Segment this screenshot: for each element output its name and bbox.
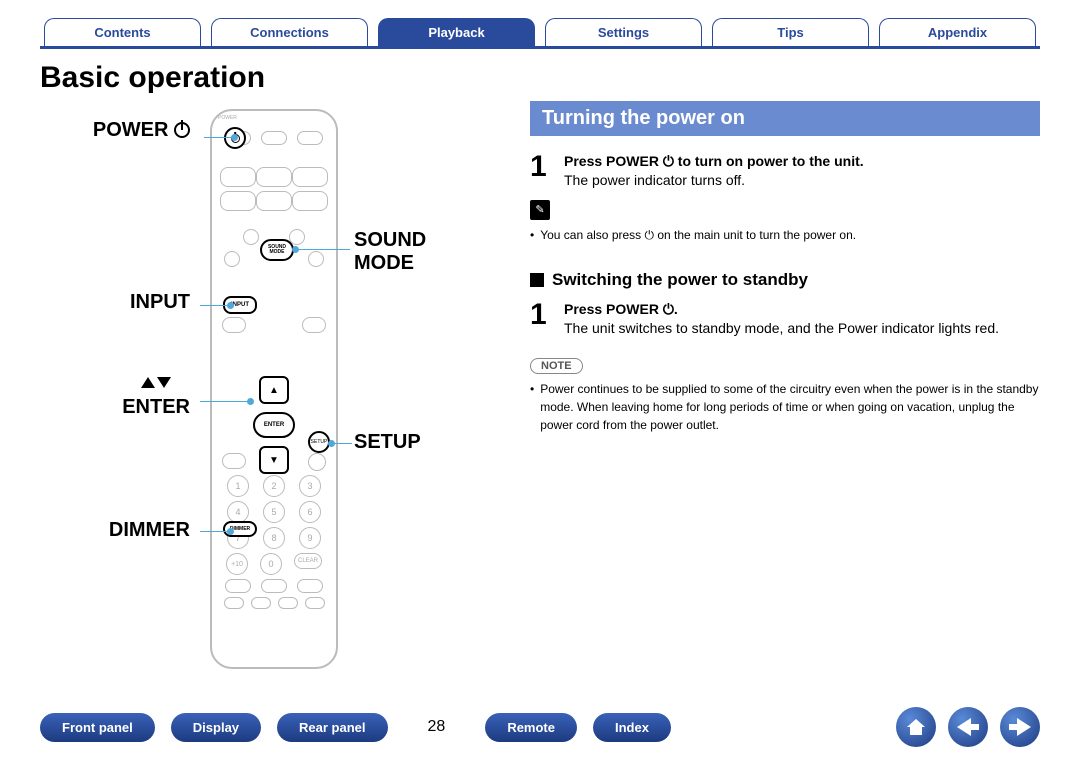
note-text: Power continues to be supplied to some o…	[530, 380, 1040, 434]
step-2-bold: Press POWER ⏻.	[564, 300, 999, 319]
sub-heading: Switching the power to standby	[530, 270, 1040, 290]
label-enter: ENTER	[122, 371, 190, 419]
next-icon[interactable]	[1000, 707, 1040, 747]
tab-playback[interactable]: Playback	[378, 18, 535, 46]
remote-nav-cluster: ▲ ENTER ▼	[245, 376, 303, 474]
power-tiny-label: POWER	[218, 115, 237, 121]
label-setup: SETUP	[354, 431, 421, 454]
tab-contents[interactable]: Contents	[44, 18, 201, 46]
footer-index[interactable]: Index	[593, 713, 671, 742]
tab-tips[interactable]: Tips	[712, 18, 869, 46]
step-2-text: The unit switches to standby mode, and t…	[564, 319, 999, 338]
section-heading: Turning the power on	[530, 101, 1040, 136]
prev-icon[interactable]	[948, 707, 988, 747]
footer-front-panel[interactable]: Front panel	[40, 713, 155, 742]
step-1-text: The power indicator turns off.	[564, 171, 864, 190]
leader-power	[204, 137, 234, 138]
remote-up-button: ▲	[259, 376, 289, 404]
remote-setup-button: SETUP	[308, 431, 330, 453]
label-dimmer: DIMMER	[109, 519, 190, 542]
top-tabs: Contents Connections Playback Settings T…	[40, 18, 1040, 49]
tab-connections[interactable]: Connections	[211, 18, 368, 46]
step-number: 1	[530, 300, 552, 338]
tab-appendix[interactable]: Appendix	[879, 18, 1036, 46]
leader-setup	[332, 443, 352, 444]
label-power: POWER	[93, 119, 190, 142]
footer: Front panel Display Rear panel 28 Remote…	[40, 707, 1040, 747]
tab-settings[interactable]: Settings	[545, 18, 702, 46]
step-number: 1	[530, 152, 552, 190]
footer-remote[interactable]: Remote	[485, 713, 577, 742]
remote-diagram: POWER 123 456 789 +100CLEAR SOUNDMODE	[40, 101, 500, 661]
remote-enter-button: ENTER	[253, 412, 295, 438]
page-number: 28	[428, 718, 446, 736]
step-1-bold: Press POWER ⏻ to turn on power to the un…	[564, 152, 864, 171]
home-icon[interactable]	[896, 707, 936, 747]
leader-dimmer	[200, 531, 230, 532]
leader-sound-mode	[296, 249, 350, 250]
remote-down-button: ▼	[259, 446, 289, 474]
label-input: INPUT	[130, 291, 190, 314]
label-sound-mode: SOUNDMODE	[354, 229, 426, 275]
footer-rear-panel[interactable]: Rear panel	[277, 713, 387, 742]
step-1: 1 Press POWER ⏻ to turn on power to the …	[530, 152, 1040, 190]
note-label: NOTE	[530, 358, 583, 374]
page-title: Basic operation	[40, 61, 1040, 95]
leader-input	[200, 305, 230, 306]
step-2: 1 Press POWER ⏻. The unit switches to st…	[530, 300, 1040, 338]
leader-enter	[200, 401, 250, 402]
remote-sound-mode-button: SOUNDMODE	[260, 239, 294, 261]
footer-display[interactable]: Display	[171, 713, 261, 742]
tip-text: You can also press ⏻ on the main unit to…	[530, 226, 1040, 244]
tip-icon: ✎	[530, 200, 550, 220]
